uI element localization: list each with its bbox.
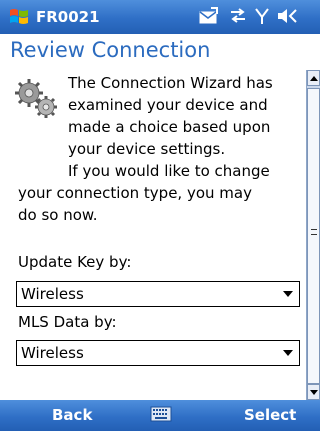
- title-bar: FR0021: [0, 0, 320, 34]
- volume-icon[interactable]: [276, 6, 298, 30]
- description-line: examined your device and: [68, 96, 268, 114]
- update-key-select[interactable]: Wireless: [16, 281, 300, 307]
- scroll-up-button[interactable]: [307, 70, 320, 86]
- windows-flag-icon[interactable]: [8, 7, 30, 27]
- chevron-down-icon[interactable]: [283, 350, 293, 356]
- chevron-down-icon[interactable]: [283, 291, 293, 297]
- mls-data-select[interactable]: Wireless: [16, 340, 300, 366]
- description-line: your device settings.: [68, 140, 226, 158]
- page-title: Review Connection: [10, 38, 211, 62]
- description-line: do so now.: [18, 206, 98, 224]
- softkey-bar: Back Select: [0, 400, 320, 431]
- email-icon[interactable]: [198, 6, 220, 30]
- description-line: If you would like to change: [68, 162, 270, 180]
- connection-description: The Connection Wizard has examined your …: [18, 72, 308, 226]
- mls-data-label: MLS Data by:: [18, 313, 117, 331]
- connectivity-icon[interactable]: [228, 6, 248, 30]
- select-button[interactable]: Select: [244, 406, 296, 424]
- scroll-grip-icon: [311, 229, 317, 235]
- back-button[interactable]: Back: [52, 406, 92, 424]
- vertical-scrollbar[interactable]: [306, 70, 320, 400]
- description-line: your connection type, you may: [18, 184, 252, 202]
- gears-icon: [15, 79, 57, 118]
- keyboard-icon[interactable]: [150, 406, 172, 422]
- signal-icon[interactable]: [254, 6, 270, 30]
- scroll-thumb[interactable]: [307, 88, 320, 384]
- app-title: FR0021: [36, 8, 100, 26]
- description-line: made a choice based upon: [68, 118, 271, 136]
- description-line: The Connection Wizard has: [68, 74, 273, 92]
- scroll-down-button[interactable]: [307, 384, 320, 400]
- update-key-label: Update Key by:: [18, 253, 132, 271]
- mls-data-value: Wireless: [21, 344, 84, 362]
- update-key-value: Wireless: [21, 285, 84, 303]
